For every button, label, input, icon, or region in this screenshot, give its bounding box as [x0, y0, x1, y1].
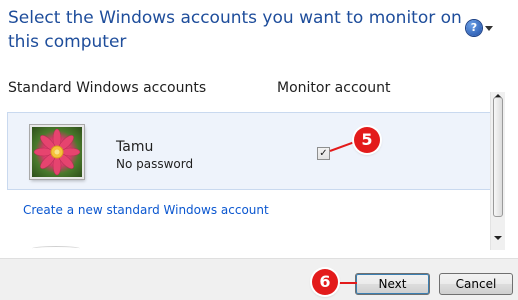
step-5-callout: 5: [354, 127, 380, 153]
help-icon[interactable]: ?: [466, 20, 482, 36]
account-name: Tamu: [116, 139, 154, 155]
monitor-account-checkbox[interactable]: ✓: [317, 147, 330, 160]
partial-next-account-avatar: [32, 246, 80, 251]
next-button[interactable]: Next: [355, 273, 430, 295]
page-title: Select the Windows accounts you want to …: [8, 8, 462, 52]
vertical-scrollbar[interactable]: [490, 92, 505, 250]
scroll-down-arrow-icon[interactable]: [494, 236, 502, 240]
callout-6-pointer: [337, 282, 357, 284]
column-header-accounts: Standard Windows accounts: [8, 80, 207, 96]
step-6-callout: 6: [312, 269, 338, 295]
column-header-monitor: Monitor account: [277, 80, 391, 96]
account-row-tamu[interactable]: Tamu No password ✓: [7, 112, 493, 190]
cancel-button[interactable]: Cancel: [439, 273, 513, 295]
button-bar: Next Cancel: [0, 258, 518, 300]
checkbox-check-icon: ✓: [319, 148, 328, 159]
help-dropdown-chevron-down-icon[interactable]: [485, 26, 493, 31]
create-account-link[interactable]: Create a new standard Windows account: [23, 203, 269, 217]
scrollbar-thumb[interactable]: [493, 97, 503, 217]
account-password-status: No password: [116, 157, 194, 171]
user-avatar-icon: [30, 125, 84, 179]
